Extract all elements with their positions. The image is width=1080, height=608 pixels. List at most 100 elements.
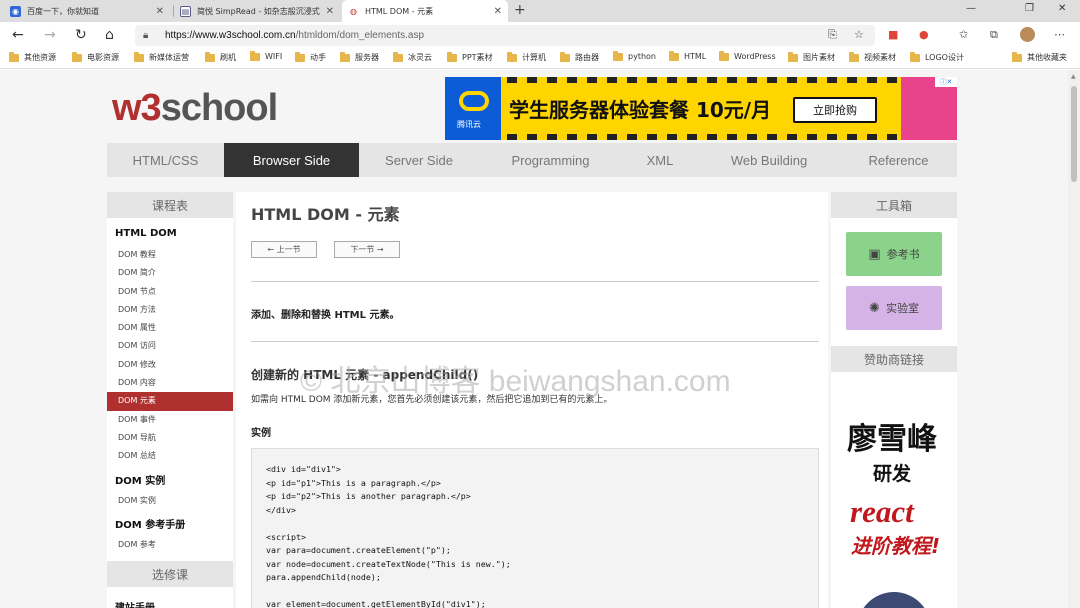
refresh-icon[interactable]: ↻	[75, 27, 87, 43]
extension-orange-icon[interactable]: ●	[919, 28, 929, 41]
page-scrollbar[interactable]: ▲	[1068, 70, 1080, 608]
sidebar-link[interactable]: DOM 实例	[107, 492, 233, 510]
nav-web-building[interactable]: Web Building	[698, 143, 840, 177]
bookmark-label: python	[628, 52, 656, 61]
bookmark-folder[interactable]: 视频素材	[849, 51, 896, 63]
tab-simpread[interactable]: ▤ 简悦 SimpRead - 如杂志般沉浸式 ✕	[174, 0, 340, 22]
scrollbar-thumb[interactable]	[1071, 86, 1077, 182]
nav-xml[interactable]: XML	[622, 143, 698, 177]
folder-icon	[1012, 51, 1022, 62]
extension-red-icon[interactable]: ■	[888, 28, 898, 41]
bookmark-folder[interactable]: WordPress	[719, 50, 776, 61]
bookmark-folder[interactable]: 动手	[295, 51, 326, 63]
bookmark-label: 其他收藏夹	[1027, 53, 1067, 62]
folder-icon	[9, 51, 19, 62]
sidebar-link[interactable]: DOM 事件	[107, 411, 233, 429]
lab-button[interactable]: ✺ 实验室	[846, 286, 942, 330]
collections-icon[interactable]: ⧉	[990, 28, 998, 42]
bookmark-folder[interactable]: 刷机	[205, 51, 236, 63]
sidebar-link-active[interactable]: DOM 元素	[107, 392, 233, 411]
sidebar-link[interactable]: DOM 简介	[107, 264, 233, 282]
reference-book-button[interactable]: ▣ 参考书	[846, 232, 942, 276]
more-menu-icon[interactable]: ⋯	[1054, 28, 1065, 41]
read-aloud-icon[interactable]: ⎘	[828, 28, 837, 42]
simpread-icon: ▤	[180, 5, 191, 17]
new-tab-icon[interactable]: +	[514, 2, 526, 18]
bookmark-folder[interactable]: HTML	[669, 50, 707, 61]
sidebar-link[interactable]: DOM 修改	[107, 356, 233, 374]
sidebar-link[interactable]: DOM 方法	[107, 301, 233, 319]
bookmark-folder[interactable]: 其他资源	[9, 51, 56, 63]
sidebar-link[interactable]: DOM 节点	[107, 283, 233, 301]
sidebar-link[interactable]: DOM 内容	[107, 374, 233, 392]
bookmark-folder[interactable]: 新媒体运营	[134, 51, 189, 63]
nav-browser-side[interactable]: Browser Side	[224, 143, 359, 177]
ad-cta-button[interactable]: 立即抢购	[793, 97, 877, 123]
sidebar-link[interactable]: DOM 导航	[107, 429, 233, 447]
close-icon[interactable]: ✕	[156, 6, 164, 17]
main-content: HTML DOM - 元素 ← 上一节 下一节 → 添加、删除和替换 HTML …	[236, 192, 828, 608]
book-icon: ▣	[868, 246, 881, 262]
sponsor-ad-line: 廖雪峰	[847, 422, 937, 457]
bookmark-folder[interactable]: 图片素材	[788, 51, 835, 63]
bookmark-label: 电影资源	[87, 53, 119, 62]
bookmark-folder[interactable]: PPT素材	[447, 51, 493, 63]
bookmark-label: WIFI	[265, 52, 283, 61]
bookmark-label: 视频素材	[864, 53, 896, 62]
reference-book-label: 参考书	[886, 248, 920, 261]
sidebar-link[interactable]: DOM 教程	[107, 246, 233, 264]
close-icon[interactable]: ✕	[494, 6, 502, 17]
address-bar[interactable]: 🔒︎ https://www.w3school.com.cn/htmldom/d…	[135, 25, 875, 46]
nav-server-side[interactable]: Server Side	[359, 143, 479, 177]
sidebar-link[interactable]: DOM 参考	[107, 536, 233, 554]
arrow-left-icon: ←	[267, 245, 277, 254]
sidebar-section-title: 建站手册	[107, 587, 233, 608]
nav-html-css[interactable]: HTML/CSS	[107, 143, 224, 177]
favorite-star-icon[interactable]: ☆	[854, 28, 864, 41]
nav-reference[interactable]: Reference	[840, 143, 957, 177]
folder-icon	[340, 51, 350, 62]
ad-banner[interactable]: 腾讯云 学生服务器体验套餐 10元/月 立即抢购 ⓘ✕	[445, 77, 957, 140]
code-text: <div id="div1"> <p id="p1">This is a par…	[266, 464, 511, 608]
prev-button[interactable]: ← 上一节	[251, 241, 317, 258]
logo-w3: w3	[112, 87, 162, 129]
back-icon[interactable]: ←	[12, 27, 24, 43]
bookmark-label: HTML	[684, 52, 707, 61]
sidebar-link[interactable]: DOM 总结	[107, 447, 233, 465]
next-button[interactable]: 下一节 →	[334, 241, 400, 258]
nav-programming[interactable]: Programming	[479, 143, 622, 177]
scroll-up-icon[interactable]: ▲	[1071, 73, 1076, 80]
tab-html-dom[interactable]: ◍ HTML DOM - 元素 ✕	[342, 0, 508, 22]
sponsor-ad[interactable]: 廖雪峰 研发 react 进阶教程!	[831, 378, 957, 608]
forward-icon[interactable]: →	[44, 27, 56, 43]
bookmark-folder[interactable]: 冰灵云	[393, 51, 432, 63]
bookmark-folder[interactable]: python	[613, 50, 656, 61]
sidebar-link[interactable]: DOM 访问	[107, 337, 233, 355]
bookmark-folder[interactable]: 计算机	[507, 51, 546, 63]
close-icon[interactable]: ✕	[326, 6, 334, 17]
favorites-icon[interactable]: ✩	[959, 28, 968, 41]
folder-icon	[507, 51, 517, 62]
minimize-icon[interactable]: —	[966, 3, 976, 14]
avatar[interactable]	[1020, 27, 1035, 42]
maximize-icon[interactable]: ❐	[1025, 3, 1034, 14]
window-close-icon[interactable]: ✕	[1058, 3, 1066, 14]
folder-icon	[719, 50, 729, 61]
next-label: 下一节	[350, 245, 375, 254]
bookmark-folder[interactable]: 电影资源	[72, 51, 119, 63]
folder-icon	[295, 51, 305, 62]
tab-baidu[interactable]: ◉ 百度一下，你就知道 ✕	[4, 0, 170, 22]
home-icon[interactable]: ⌂	[105, 27, 114, 43]
ad-close-icon[interactable]: ⓘ✕	[935, 77, 957, 87]
bookmark-label: 计算机	[522, 53, 546, 62]
bookmark-folder[interactable]: 路由器	[560, 51, 599, 63]
left-sidebar: 课程表 HTML DOM DOM 教程 DOM 简介 DOM 节点 DOM 方法…	[107, 192, 233, 608]
bookmark-other[interactable]: 其他收藏夹	[1012, 51, 1067, 63]
bookmark-folder[interactable]: LOGO设计	[910, 51, 964, 63]
folder-icon	[613, 50, 623, 61]
w3school-logo[interactable]: w3school	[112, 87, 278, 129]
arrow-right-icon: →	[374, 245, 384, 254]
bookmark-folder[interactable]: WIFI	[250, 50, 283, 61]
bookmark-folder[interactable]: 服务器	[340, 51, 379, 63]
sidebar-link[interactable]: DOM 属性	[107, 319, 233, 337]
